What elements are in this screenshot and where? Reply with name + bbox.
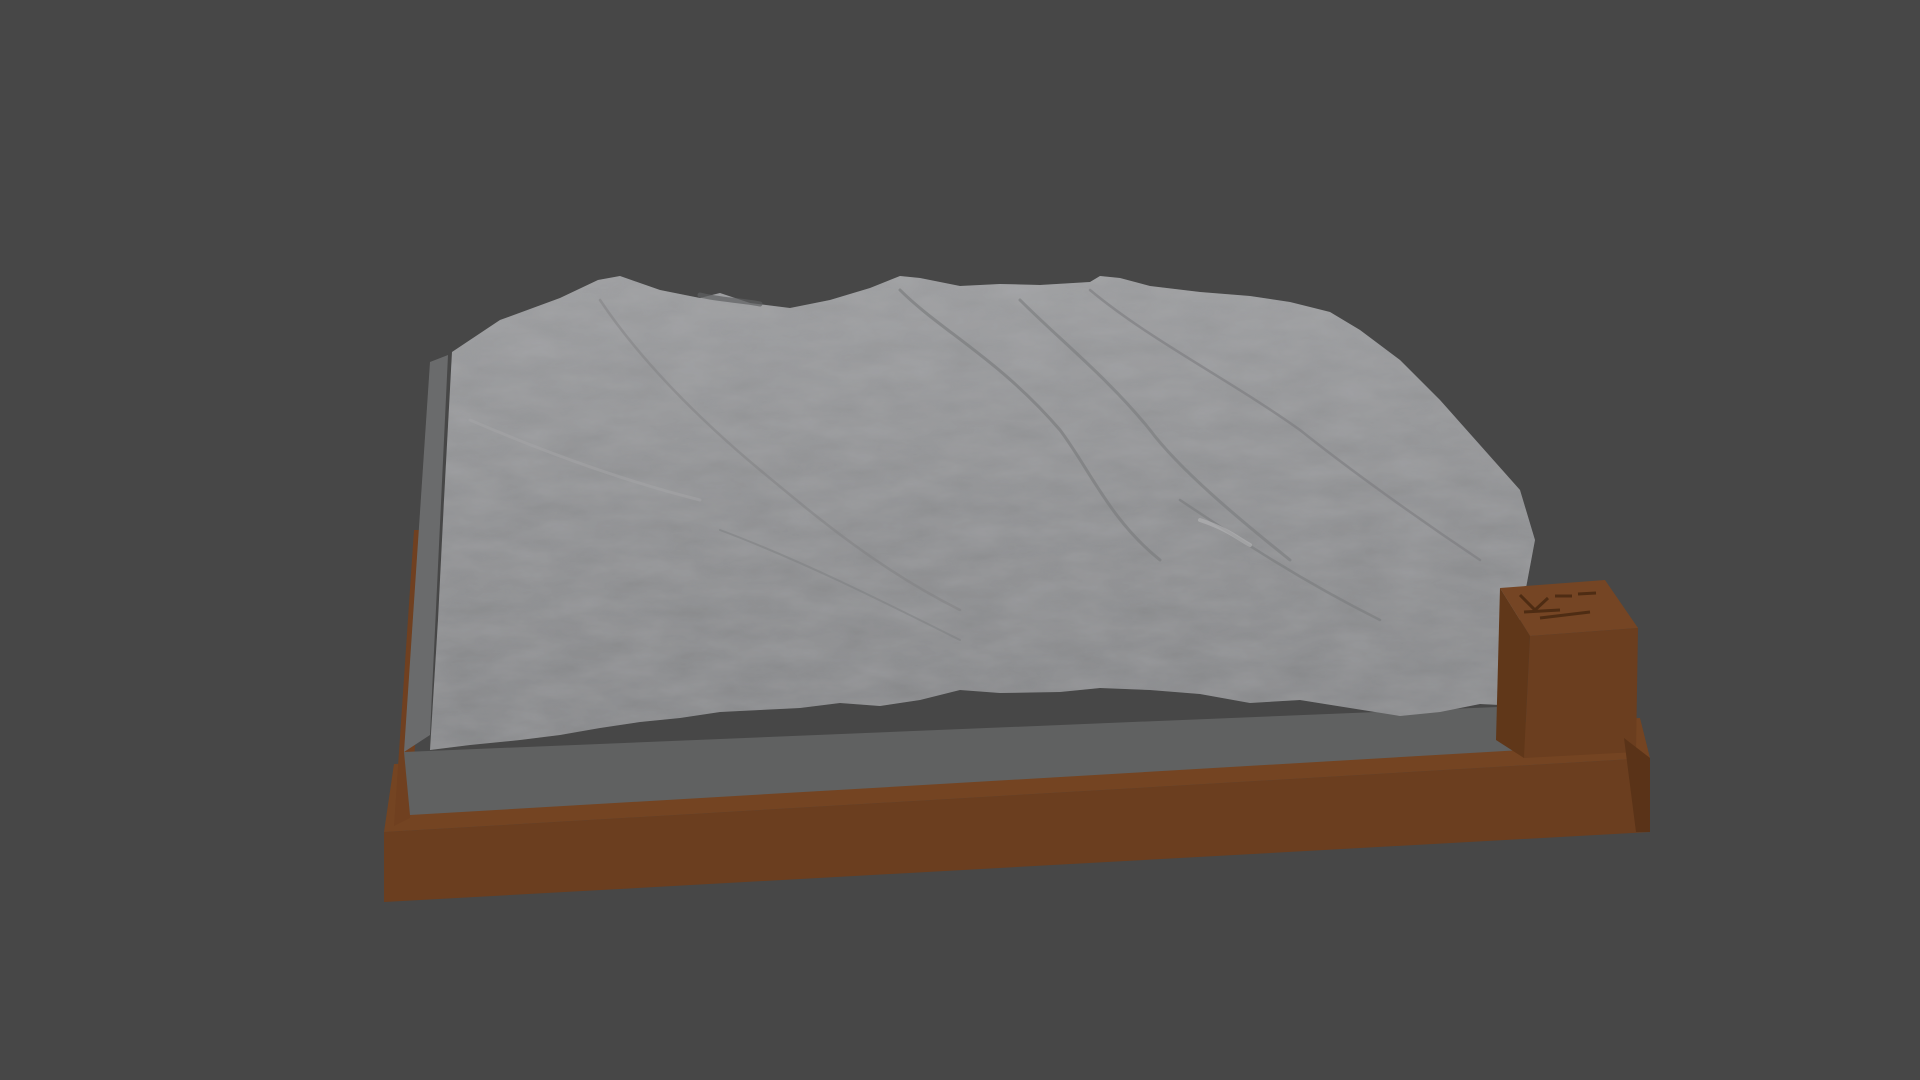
label-block [1496, 580, 1638, 758]
label-block-front [1524, 628, 1638, 758]
scene-canvas[interactable] [0, 0, 1920, 1080]
3d-viewport[interactable] [0, 0, 1920, 1080]
